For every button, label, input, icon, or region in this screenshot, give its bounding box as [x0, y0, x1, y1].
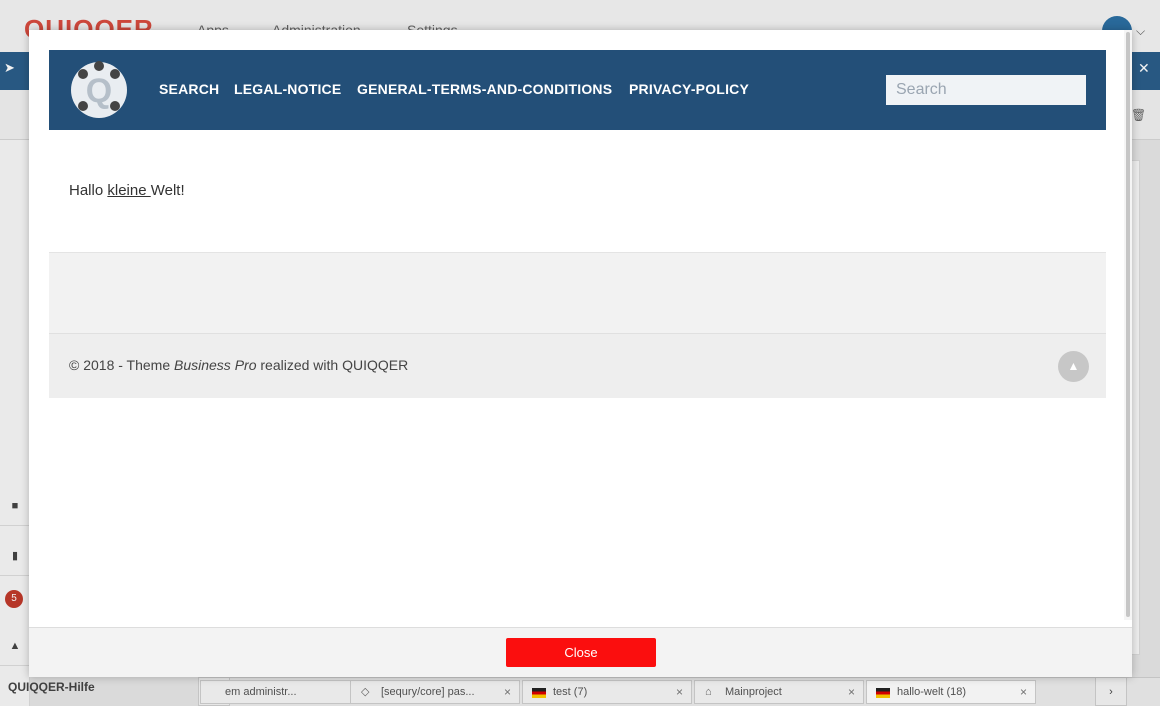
- nav-link-terms[interactable]: GENERAL-TERMS-AND-CONDITIONS: [357, 81, 612, 97]
- svg-text:Q: Q: [86, 72, 112, 110]
- close-button[interactable]: Close: [506, 638, 656, 667]
- nav-link-privacy[interactable]: PRIVACY-POLICY: [629, 81, 749, 97]
- theme-name: Business Pro: [174, 357, 257, 373]
- site-navbar: Q SEARCH LEGAL-NOTICE GENERAL-TERMS-AND-…: [49, 50, 1106, 130]
- copyright-prefix: © 2018 - Theme: [69, 357, 174, 373]
- content-text: Welt!: [150, 182, 185, 199]
- nav-link-search[interactable]: SEARCH: [159, 81, 219, 97]
- scroll-to-top-icon[interactable]: ▲: [1058, 351, 1089, 382]
- footer-area: [49, 253, 1106, 333]
- modal-footer: Close: [29, 627, 1132, 677]
- copyright-text: © 2018 - Theme Business Pro realized wit…: [69, 357, 408, 373]
- preview-modal: Q SEARCH LEGAL-NOTICE GENERAL-TERMS-AND-…: [29, 30, 1132, 677]
- content-text: Hallo: [69, 182, 104, 199]
- scrollbar-thumb[interactable]: [1126, 32, 1130, 617]
- content-link[interactable]: kleine: [107, 182, 150, 199]
- footer-bar: © 2018 - Theme Business Pro realized wit…: [49, 333, 1106, 398]
- copyright-suffix: realized with QUIQQER: [256, 357, 409, 373]
- search-input[interactable]: [886, 75, 1086, 105]
- nav-link-legal-notice[interactable]: LEGAL-NOTICE: [234, 81, 341, 97]
- site-logo[interactable]: Q: [69, 60, 129, 120]
- page-content: Hallo kleine Welt!: [69, 182, 185, 199]
